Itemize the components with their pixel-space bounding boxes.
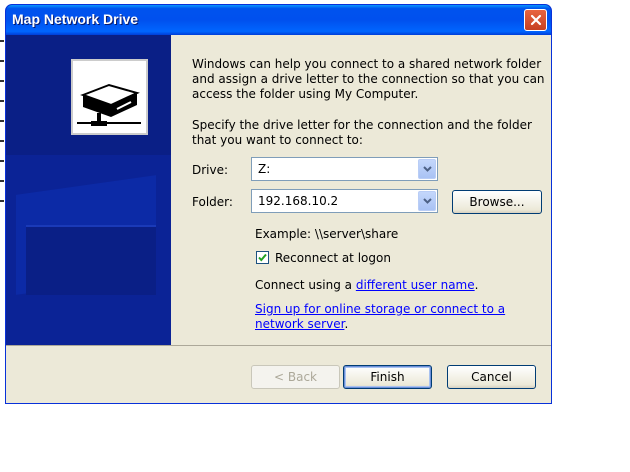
- intro-text: Windows can help you connect to a shared…: [192, 57, 545, 101]
- content-area: Windows can help you connect to a shared…: [171, 35, 551, 345]
- reconnect-label[interactable]: Reconnect at logon: [275, 251, 391, 265]
- map-network-drive-dialog: Map Network Drive Windows can help you c…: [5, 4, 552, 404]
- back-button[interactable]: < Back: [251, 365, 340, 389]
- signup-suffix: .: [344, 317, 349, 331]
- folder-label: Folder:: [192, 195, 233, 209]
- signup-line: Sign up for online storage or connect to…: [255, 302, 505, 332]
- chevron-down-icon[interactable]: [418, 191, 436, 211]
- chevron-down-icon[interactable]: [418, 159, 436, 179]
- drive-value: Z:: [258, 162, 271, 176]
- browse-button[interactable]: Browse...: [452, 190, 542, 214]
- reconnect-checkbox[interactable]: [256, 251, 269, 264]
- signup-link[interactable]: Sign up for online storage or connect to…: [255, 302, 505, 316]
- cancel-button[interactable]: Cancel: [447, 365, 536, 389]
- close-button[interactable]: [524, 9, 547, 31]
- different-user-link[interactable]: different user name: [356, 278, 475, 292]
- finish-button[interactable]: Finish: [343, 365, 432, 389]
- connect-suffix: .: [474, 278, 479, 292]
- drive-label: Drive:: [192, 163, 229, 177]
- window-title: Map Network Drive: [12, 11, 139, 27]
- connect-as-line: Connect using a different user name.: [255, 278, 478, 292]
- folder-value[interactable]: 192.168.10.2: [258, 194, 338, 208]
- close-icon: [530, 14, 541, 26]
- drive-select[interactable]: Z:: [251, 157, 438, 181]
- example-text: Example: \\server\share: [255, 227, 399, 241]
- title-bar[interactable]: Map Network Drive: [6, 5, 551, 35]
- instructions-text: Specify the drive letter for the connect…: [192, 118, 532, 147]
- network-server-link[interactable]: network server: [255, 317, 344, 331]
- wizard-footer: < Back Finish Cancel: [6, 345, 551, 403]
- network-drive-icon: [71, 59, 148, 135]
- folder-combo[interactable]: 192.168.10.2: [251, 189, 438, 213]
- wizard-side-panel: [6, 35, 171, 345]
- connect-prefix: Connect using a: [255, 278, 356, 292]
- checkmark-icon: [258, 253, 267, 262]
